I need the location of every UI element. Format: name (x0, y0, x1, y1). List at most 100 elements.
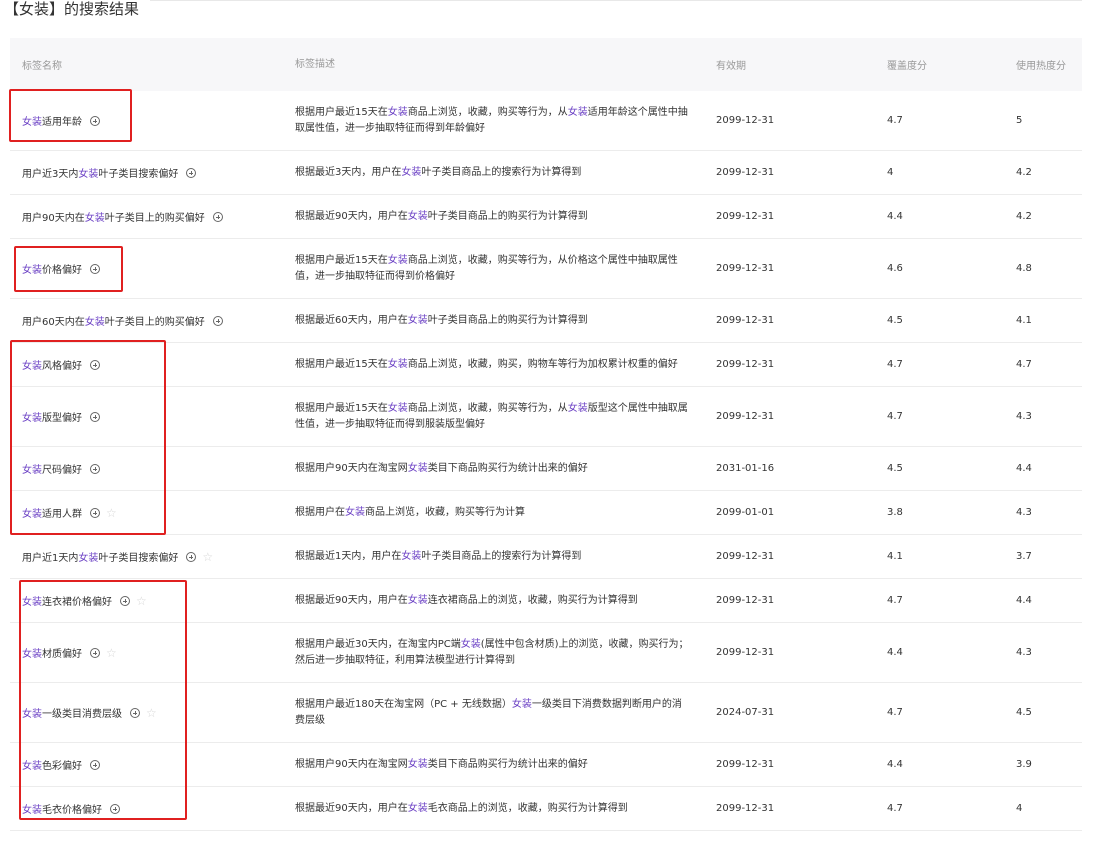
tag-name-link[interactable]: 用户90天内在女装叶子类目上的购买偏好 (22, 209, 205, 224)
plus-circle-icon[interactable] (110, 803, 120, 814)
tag-desc-cell: 根据用户最近15天在女装商品上浏览，收藏，购买等行为，从价格这个属性中抽取属性值… (283, 253, 704, 285)
tag-name-run: 女装 (22, 597, 42, 608)
table-row: 用户90天内在女装叶子类目上的购买偏好 根据最近90天内，用户在女装叶子类目商品上… (10, 195, 1082, 239)
tag-name-link[interactable]: 用户60天内在女装叶子类目上的购买偏好 (22, 313, 205, 328)
tag-name-run: 风格偏好 (42, 361, 82, 372)
plus-circle-icon[interactable] (120, 595, 130, 606)
table-row: 女装一级类目消费层级 ☆ 根据用户最近180天在淘宝网（PC + 无线数据）女装一级… (10, 683, 1082, 743)
tag-name-link[interactable]: 女装一级类目消费层级 (22, 705, 122, 720)
coverage-score-cell: 4.7 (887, 115, 903, 126)
table-row: 女装色彩偏好 根据用户90天内在淘宝网女装类目下商品购买行为统计出来的偏好 2099… (10, 743, 1082, 787)
tag-name-run: 用户近1天内 (22, 553, 79, 564)
table-row: 女装材质偏好 ☆ 根据用户最近30天内，在淘宝内PC端女装(属性中包含材质)上的浏览… (10, 623, 1082, 683)
tag-name-run: 女装 (22, 709, 42, 720)
star-outline-icon[interactable]: ☆ (106, 507, 117, 519)
tag-name-run: 女装 (78, 553, 99, 564)
tag-desc-run: 根据最近60天内，用户在 (295, 314, 408, 326)
plus-circle-icon[interactable] (90, 115, 100, 126)
heat-score-cell: 4.4 (1016, 595, 1032, 606)
tag-name-run: 女装 (22, 761, 42, 772)
plus-circle-icon[interactable] (90, 263, 100, 274)
title-divider (150, 0, 1082, 1)
plus-circle-icon[interactable] (90, 463, 100, 474)
plus-circle-icon[interactable] (90, 647, 100, 658)
tag-desc-run: 类目下商品购买行为统计出来的偏好 (427, 758, 588, 770)
heat-score-cell: 4.5 (1016, 707, 1032, 718)
tag-name-run: 女装 (22, 465, 42, 476)
tag-name-link[interactable]: 女装色彩偏好 (22, 757, 82, 772)
valid-date-cell: 2099-12-31 (716, 263, 775, 274)
plus-circle-icon[interactable] (186, 167, 197, 178)
tag-desc-cell: 根据用户90天内在淘宝网女装类目下商品购买行为统计出来的偏好 (283, 461, 704, 477)
tag-desc-run: 叶子类目商品上的搜索行为计算得到 (421, 166, 582, 178)
heat-score-cell: 4.1 (1016, 315, 1032, 326)
heat-score-cell: 3.9 (1016, 759, 1032, 770)
tag-desc-cell: 根据用户最近180天在淘宝网（PC + 无线数据）女装一级类目下消费数据判断用户… (283, 697, 704, 729)
plus-circle-icon[interactable] (212, 315, 223, 326)
tag-desc-run: 商品上浏览，收藏，购买等行为，从 (407, 402, 568, 414)
valid-date-cell: 2099-12-31 (716, 167, 775, 178)
tag-name-cell: 用户近3天内女装叶子类目搜索偏好 (10, 165, 283, 180)
tag-name-link[interactable]: 女装毛衣价格偏好 (22, 801, 102, 816)
tag-desc-cell: 根据用户90天内在淘宝网女装类目下商品购买行为统计出来的偏好 (283, 757, 704, 773)
tag-desc-run: 女装 (401, 550, 422, 562)
star-outline-icon[interactable]: ☆ (136, 595, 147, 607)
tag-desc-run: 根据用户最近15天在 (295, 358, 388, 370)
tag-name-run: 叶子类目搜索偏好 (98, 553, 179, 564)
valid-date-cell: 2099-12-31 (716, 211, 775, 222)
tag-name-link[interactable]: 用户近3天内女装叶子类目搜索偏好 (22, 165, 178, 180)
plus-circle-icon[interactable] (90, 411, 100, 422)
tag-desc-run: 女装 (567, 402, 588, 414)
tag-desc-run: 女装 (567, 106, 588, 118)
tag-desc-run: 叶子类目商品上的搜索行为计算得到 (421, 550, 582, 562)
tag-name-link[interactable]: 女装风格偏好 (22, 357, 82, 372)
tag-desc-cell: 根据最近3天内，用户在女装叶子类目商品上的搜索行为计算得到 (283, 165, 704, 181)
tag-name-cell: 女装尺码偏好 (10, 461, 283, 476)
tag-desc-run: 女装 (407, 802, 428, 814)
tag-name-link[interactable]: 女装适用人群 (22, 505, 82, 520)
tag-desc-run: 根据最近90天内，用户在 (295, 210, 408, 222)
tag-name-link[interactable]: 女装连衣裙价格偏好 (22, 593, 112, 608)
coverage-score-cell: 4.4 (887, 647, 903, 658)
tag-name-run: 女装 (22, 805, 42, 816)
coverage-score-cell: 4.4 (887, 211, 903, 222)
coverage-score-cell: 4.7 (887, 707, 903, 718)
heat-score-cell: 4.3 (1016, 411, 1032, 422)
tag-desc-cell: 根据用户最近15天在女装商品上浏览，收藏，购买等行为，从女装版型这个属性中抽取属… (283, 401, 704, 433)
tag-desc-cell: 根据用户最近15天在女装商品上浏览，收藏，购买等行为，从女装适用年龄这个属性中抽… (283, 105, 704, 137)
coverage-score-cell: 4.4 (887, 759, 903, 770)
star-outline-icon[interactable]: ☆ (106, 647, 117, 659)
tag-name-run: 色彩偏好 (42, 761, 82, 772)
tag-desc-run: 女装 (387, 358, 408, 370)
tag-name-run: 叶子类目上的购买偏好 (104, 213, 205, 224)
table-row: 用户近1天内女装叶子类目搜索偏好 ☆ 根据最近1天内，用户在女装叶子类目商品上的搜索… (10, 535, 1082, 579)
heat-score-cell: 4.4 (1016, 463, 1032, 474)
tag-name-cell: 女装毛衣价格偏好 (10, 801, 283, 816)
plus-circle-icon[interactable] (186, 551, 197, 562)
heat-score-cell: 4.2 (1016, 167, 1032, 178)
tag-name-link[interactable]: 女装版型偏好 (22, 409, 82, 424)
plus-circle-icon[interactable] (130, 707, 140, 718)
plus-circle-icon[interactable] (212, 211, 223, 222)
heat-score-cell: 3.7 (1016, 551, 1032, 562)
star-outline-icon[interactable]: ☆ (146, 707, 157, 719)
coverage-score-cell: 4.7 (887, 595, 903, 606)
tag-name-link[interactable]: 女装价格偏好 (22, 261, 82, 276)
plus-circle-icon[interactable] (90, 359, 100, 370)
table-body: 女装适用年龄 根据用户最近15天在女装商品上浏览，收藏，购买等行为，从女装适用年龄… (10, 91, 1082, 831)
tag-name-link[interactable]: 女装适用年龄 (22, 113, 82, 128)
tag-desc-cell: 根据用户最近30天内，在淘宝内PC端女装(属性中包含材质)上的浏览，收藏，购买行… (283, 637, 704, 669)
tag-name-link[interactable]: 女装尺码偏好 (22, 461, 82, 476)
tag-desc-run: 根据用户最近15天在 (295, 106, 388, 118)
plus-circle-icon[interactable] (90, 759, 100, 770)
tag-name-run: 用户90天内在 (22, 213, 85, 224)
tag-name-link[interactable]: 女装材质偏好 (22, 645, 82, 660)
col-header-date: 有效期 (716, 61, 746, 72)
plus-circle-icon[interactable] (90, 507, 100, 518)
tag-name-link[interactable]: 用户近1天内女装叶子类目搜索偏好 (22, 549, 178, 564)
tag-desc-run: 根据用户最近30天内，在淘宝内PC端 (295, 638, 461, 650)
star-outline-icon[interactable]: ☆ (202, 551, 213, 563)
heat-score-cell: 4.7 (1016, 359, 1032, 370)
tag-desc-run: 商品上浏览，收藏，购买等行为，从 (407, 106, 568, 118)
heat-score-cell: 5 (1016, 115, 1023, 126)
